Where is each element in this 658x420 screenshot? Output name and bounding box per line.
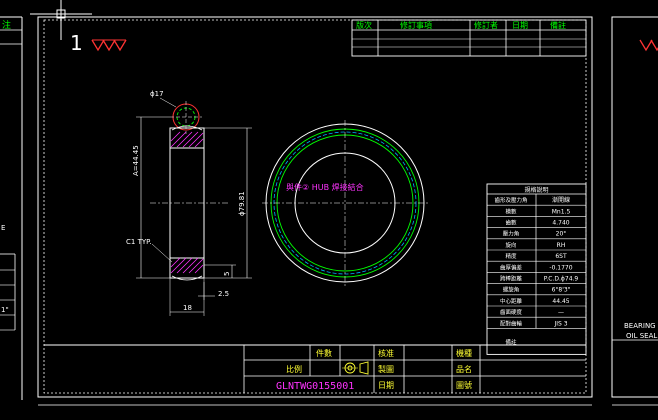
- spec-row-value: Mn1.5: [552, 208, 571, 215]
- rev-header-version: 版次: [356, 20, 372, 30]
- tb-model-label: 機種: [456, 348, 472, 358]
- spec-row-label: 中心距離: [500, 297, 523, 305]
- spec-table-title: 規格說明: [524, 186, 548, 194]
- spec-row-value: JIS 3: [553, 320, 567, 327]
- tb-name-label: 品名: [456, 364, 472, 374]
- spec-row-value: -0.1770: [549, 264, 572, 271]
- spec-row-label: 齒厚偏差: [500, 263, 523, 271]
- spec-table: 規格說明齒形及壓力角 漸開線模數 Mn1.5 齒數 4.740 壓力角 20° 旋向 RH 精度 6…: [486, 183, 587, 355]
- section-view: ϕ17 A=44.45 ϕ79.81 C1 TYP. 5 2.5 18: [126, 90, 252, 316]
- gear-front-view: 與件② HUB 焊接結合: [262, 120, 428, 288]
- tb-drawn-label: 製圖: [378, 364, 394, 374]
- drawing-number: GLNTWG0155001: [276, 381, 354, 392]
- dim-od: ϕ79.81: [238, 191, 246, 216]
- left-panel-mark: E: [1, 224, 5, 232]
- dim-offset: 2.5: [218, 290, 229, 298]
- right-surface-icon: [639, 39, 658, 52]
- rev-header-reviser: 修訂者: [474, 20, 498, 30]
- spec-row-label: 齒數: [505, 219, 517, 227]
- hub-weld-note: 與件② HUB 焊接結合: [286, 182, 364, 192]
- spec-row-label: 螺旋角: [503, 286, 520, 294]
- tb-qty-label: 件數: [316, 348, 332, 358]
- right-oilseal-text: OIL SEAL: [626, 332, 657, 340]
- left-adjacent-sheet: 注 1" E: [0, 16, 23, 400]
- tb-drawing-no-label: 圖號: [456, 380, 472, 390]
- spec-row-value: 4.740: [552, 220, 569, 227]
- spec-row-label: 跨棒距離: [500, 275, 523, 283]
- dim-height: A=44.45: [132, 145, 140, 176]
- tb-scale-label: 比例: [286, 364, 302, 374]
- spec-row-value: 44.45: [552, 298, 569, 305]
- spec-row-label: 壓力角: [503, 230, 520, 238]
- spec-row-value: 20°: [556, 231, 567, 238]
- left-panel-text: 注: [2, 19, 11, 31]
- spec-row-value: RH: [557, 242, 566, 249]
- rev-header-remarks: 備註: [550, 20, 566, 30]
- rev-header-items: 修訂事項: [400, 20, 432, 30]
- right-adjacent-sheet: BEARING OIL SEAL: [611, 16, 658, 406]
- sheet-number: 1: [70, 31, 83, 55]
- dim-width: 18: [183, 304, 192, 312]
- spec-row-value: 漸開線: [552, 196, 570, 204]
- spec-row-value: P.C.D.ϕ74.9: [544, 276, 579, 283]
- left-panel-value: 1": [1, 306, 9, 314]
- spec-row-label: 精度: [505, 252, 517, 260]
- revision-table: 版次 修訂事項 修訂者 日期 備註: [351, 19, 587, 57]
- dim-small: 5: [223, 272, 231, 276]
- right-bearing-text: BEARING: [624, 322, 656, 330]
- spec-row-label: 齒面硬度: [500, 308, 523, 316]
- dim-chamfer: C1 TYP.: [126, 238, 151, 246]
- rev-header-date: 日期: [512, 21, 528, 30]
- spec-row-label: 配對齒輪: [500, 319, 523, 327]
- spec-row-value: —: [558, 309, 564, 316]
- dim-top-dia: ϕ17: [150, 90, 164, 98]
- tb-date-label: 日期: [378, 381, 394, 390]
- cad-drawing-canvas[interactable]: 注 1" E 1 版次 修訂事項 修訂者 日期 備註 ϕ17 A=44.45 ϕ…: [0, 0, 658, 420]
- spec-row-label: 旋向: [505, 241, 516, 249]
- spec-row-label: 齒形及壓力角: [494, 196, 527, 204]
- spec-row-value: 6ST: [555, 253, 567, 260]
- projection-symbol-icon: [342, 361, 369, 375]
- tb-approve-label: 核准: [378, 348, 394, 358]
- spec-row-label: 模數: [505, 207, 517, 215]
- surface-finish-icon: [91, 39, 127, 52]
- title-block: 件數 核准 機種 比例 製圖 品名 日期 圖號 GLNTWG0155001: [44, 344, 586, 393]
- spec-row-value: 6°8'3": [552, 287, 571, 294]
